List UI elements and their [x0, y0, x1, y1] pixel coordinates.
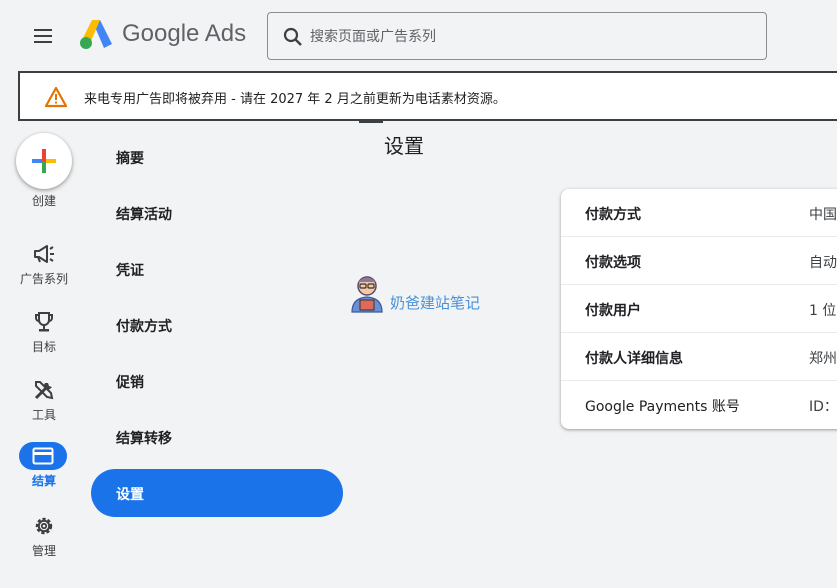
gear-icon	[28, 514, 60, 538]
settings-row-payment-users[interactable]: 付款用户 1 位用	[561, 285, 837, 333]
settings-key: 付款用户	[585, 303, 641, 319]
settings-value: 中国	[809, 207, 837, 223]
settings-key: 付款选项	[585, 255, 641, 271]
tools-icon	[28, 378, 60, 402]
top-bar: Google Ads	[0, 0, 837, 72]
search-box[interactable]	[267, 12, 767, 60]
product-name: Google Ads	[122, 20, 247, 47]
deprecation-warning-banner: 来电专用广告即将被弃用 - 请在 2027 年 2 月之前更新为电话素材资源。	[18, 71, 837, 121]
subnav-item-payment-methods[interactable]: 付款方式	[91, 301, 343, 349]
subnav-item-promotions[interactable]: 促销	[91, 357, 343, 405]
subnav-item-label: 凭证	[116, 263, 144, 279]
rail-item-admin[interactable]: 管理	[0, 514, 88, 574]
search-input[interactable]	[310, 25, 750, 49]
rail-item-label: 工具	[31, 408, 56, 422]
tab-indicator	[359, 120, 383, 123]
settings-value: ID：	[809, 399, 837, 415]
billing-card-icon	[19, 442, 67, 470]
rail-item-label: 结算	[31, 474, 56, 488]
menu-icon-bar	[34, 29, 52, 31]
plus-icon	[32, 149, 56, 173]
settings-value: 1 位用	[809, 303, 837, 319]
settings-key: Google Payments 账号	[585, 399, 740, 415]
subnav-item-settings[interactable]: 设置	[91, 469, 343, 517]
menu-icon-bar	[34, 41, 52, 43]
page-title: 设置	[384, 134, 424, 158]
create-label: 创建	[31, 194, 56, 208]
avatar-icon	[351, 276, 383, 313]
subnav-item-summary[interactable]: 摘要	[91, 133, 343, 181]
banner-message: 来电专用广告即将被弃用 - 请在 2027 年 2 月之前更新为电话素材资源。	[84, 92, 506, 107]
settings-row-payment-method[interactable]: 付款方式 中国	[561, 189, 837, 237]
settings-card: 付款方式 中国 付款选项 自动 付款用户 1 位用 付款人详细信息 郑州 Goo…	[561, 189, 837, 429]
google-ads-logo-icon	[80, 20, 112, 49]
subnav-item-billing-transfer[interactable]: 结算转移	[91, 413, 343, 461]
watermark: 奶爸建站笔记	[346, 272, 496, 316]
main-menu-button[interactable]	[26, 22, 60, 50]
subnav-item-label: 促销	[116, 375, 144, 391]
rail-item-label: 管理	[31, 544, 56, 558]
rail-item-campaigns[interactable]: 广告系列	[0, 242, 88, 302]
watermark-text: 奶爸建站笔记	[390, 294, 481, 312]
rail-item-tools[interactable]: 工具	[0, 378, 88, 438]
subnav-item-label: 结算转移	[116, 431, 172, 447]
rail-item-label: 目标	[31, 340, 56, 354]
subnav-item-label: 结算活动	[116, 207, 172, 223]
subnav-item-label: 摘要	[116, 151, 144, 167]
rail-item-billing[interactable]: 结算	[0, 442, 88, 504]
settings-key: 付款人详细信息	[585, 351, 683, 367]
menu-icon-bar	[34, 35, 52, 37]
trophy-icon	[28, 310, 60, 334]
create-button[interactable]	[16, 133, 72, 189]
rail-item-goals[interactable]: 目标	[0, 310, 88, 370]
settings-value: 自动	[809, 255, 837, 271]
settings-row-payment-option[interactable]: 付款选项 自动	[561, 237, 837, 285]
subnav-item-label: 设置	[116, 487, 144, 503]
subnav-item-vouchers[interactable]: 凭证	[91, 245, 343, 293]
subnav-item-label: 付款方式	[116, 319, 172, 335]
settings-row-payer-details[interactable]: 付款人详细信息 郑州	[561, 333, 837, 381]
settings-key: 付款方式	[585, 207, 641, 223]
settings-row-payments-account[interactable]: Google Payments 账号 ID：	[561, 381, 837, 429]
subnav-item-billing-activity[interactable]: 结算活动	[91, 189, 343, 237]
rail-item-label: 广告系列	[19, 272, 68, 286]
warning-icon	[44, 86, 68, 108]
settings-value: 郑州	[809, 351, 837, 367]
search-icon	[283, 27, 302, 46]
megaphone-icon	[28, 242, 60, 266]
